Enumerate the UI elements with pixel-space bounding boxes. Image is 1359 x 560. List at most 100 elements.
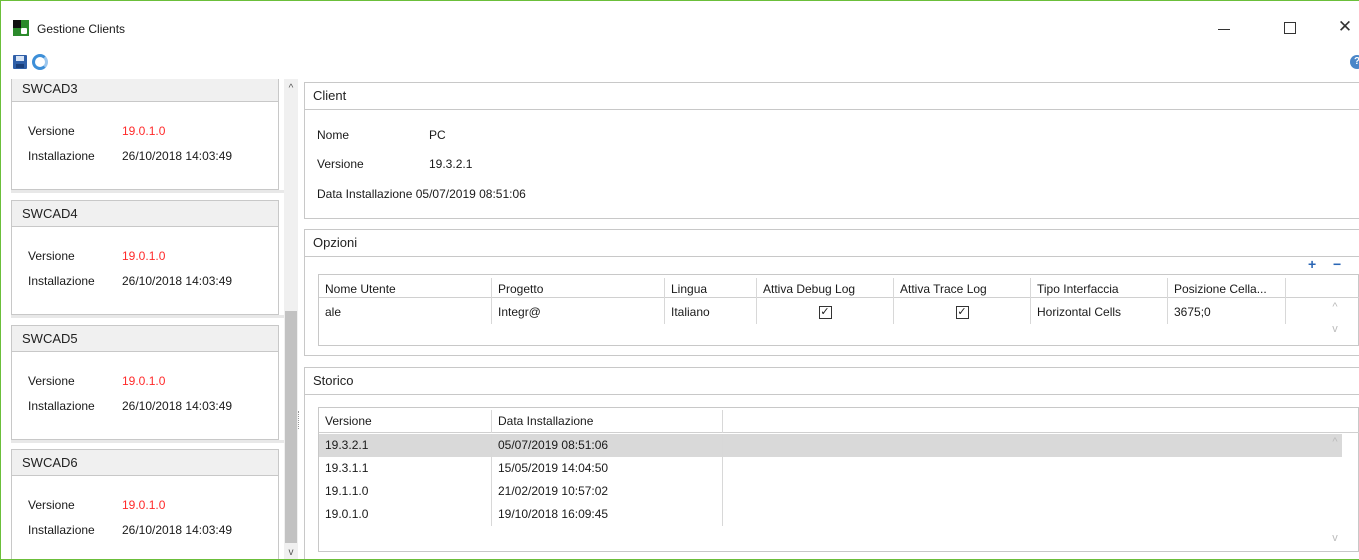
- versione-label: Versione: [28, 124, 75, 138]
- storico-grid[interactable]: Versione Data Installazione 19.3.2.1 05/…: [318, 407, 1359, 552]
- card-separator: [11, 440, 284, 443]
- client-data-label: Data Installazione: [317, 187, 413, 201]
- grid-scroll-down-icon[interactable]: v: [1326, 532, 1344, 544]
- client-versione-row: Versione 19.3.2.1: [317, 157, 472, 171]
- storico-row[interactable]: 19.1.1.0 21/02/2019 10:57:02: [319, 480, 1342, 503]
- opzioni-row[interactable]: ale Integr@ Italiano ✓ ✓ Horizontal Cell…: [319, 301, 1359, 324]
- installazione-value: 26/10/2018 14:03:49: [122, 399, 233, 413]
- client-card-header: SWCAD6: [11, 449, 279, 476]
- installazione-label: Installazione: [28, 399, 95, 413]
- card-separator: [11, 315, 284, 318]
- column-header[interactable]: Data Installazione: [492, 410, 723, 433]
- client-card-header: SWCAD3: [11, 79, 279, 102]
- data-installazione-cell[interactable]: 19/10/2018 16:09:45: [492, 503, 723, 526]
- client-nome-row: Nome PC: [317, 128, 446, 142]
- storico-grid-header-row: Versione Data Installazione: [319, 410, 1359, 433]
- versione-cell[interactable]: 19.0.1.0: [319, 503, 492, 526]
- storico-row[interactable]: 19.3.1.1 15/05/2019 14:04:50: [319, 457, 1342, 480]
- grid-scroll-down-icon[interactable]: v: [1326, 323, 1344, 335]
- client-card-swcad3[interactable]: SWCAD3 Versione 19.0.1.0 Installazione 2…: [11, 79, 279, 190]
- client-versione-value: 19.3.2.1: [429, 157, 473, 171]
- versione-value: 19.0.1.0: [122, 124, 166, 138]
- panel-splitter[interactable]: [298, 411, 300, 429]
- minimize-button[interactable]: [1214, 17, 1234, 37]
- nome-utente-cell[interactable]: ale: [319, 301, 492, 324]
- scroll-up-icon[interactable]: ^: [284, 83, 298, 95]
- column-header[interactable]: Lingua: [665, 278, 757, 301]
- versione-label: Versione: [28, 249, 75, 263]
- versione-cell[interactable]: 19.3.2.1: [319, 434, 492, 457]
- help-icon[interactable]: ?: [1350, 55, 1359, 69]
- client-data-row: Data Installazione 05/07/2019 08:51:06: [317, 187, 526, 201]
- card-separator: [11, 190, 284, 193]
- storico-row[interactable]: 19.3.2.1 05/07/2019 08:51:06: [319, 434, 1342, 457]
- toolbar: ?: [1, 51, 1359, 75]
- client-group-header: Client: [305, 83, 1359, 110]
- column-header[interactable]: Posizione Cella...: [1168, 278, 1286, 301]
- column-header[interactable]: Attiva Trace Log: [894, 278, 1031, 301]
- client-card-header: SWCAD5: [11, 325, 279, 352]
- clients-list-scrollbar[interactable]: ^ v: [284, 79, 298, 559]
- installazione-label: Installazione: [28, 274, 95, 288]
- tipo-interfaccia-cell[interactable]: Horizontal Cells: [1031, 301, 1168, 324]
- posizione-cella-cell[interactable]: 3675;0: [1168, 301, 1286, 324]
- column-header[interactable]: Attiva Debug Log: [757, 278, 894, 301]
- debug-log-cell[interactable]: ✓: [757, 301, 894, 324]
- column-header[interactable]: Tipo Interfaccia: [1031, 278, 1168, 301]
- client-card-body: Versione 19.0.1.0 Installazione 26/10/20…: [11, 102, 279, 190]
- installazione-value: 26/10/2018 14:03:49: [122, 149, 233, 163]
- trace-log-checkbox[interactable]: ✓: [955, 306, 969, 320]
- grid-scroll-up-icon[interactable]: ^: [1326, 436, 1344, 448]
- trace-log-cell[interactable]: ✓: [894, 301, 1031, 324]
- installazione-label: Installazione: [28, 149, 95, 163]
- opzioni-grid-header-row: Nome Utente Progetto Lingua Attiva Debug…: [319, 275, 1359, 301]
- app-logo-icon: [13, 20, 29, 36]
- client-data-value: 05/07/2019 08:51:06: [415, 187, 526, 201]
- maximize-button[interactable]: [1280, 17, 1300, 37]
- installazione-label: Installazione: [28, 523, 95, 537]
- client-nome-label: Nome: [317, 128, 350, 142]
- opzioni-group-header: Opzioni: [305, 230, 1359, 257]
- debug-log-checkbox[interactable]: ✓: [818, 306, 832, 320]
- client-card-swcad6[interactable]: SWCAD6 Versione 19.0.1.0 Installazione 2…: [11, 449, 279, 559]
- column-header[interactable]: Progetto: [492, 278, 665, 301]
- close-button[interactable]: ✕: [1335, 17, 1355, 37]
- scroll-thumb[interactable]: [285, 311, 297, 543]
- opzioni-grid[interactable]: Nome Utente Progetto Lingua Attiva Debug…: [318, 274, 1359, 346]
- installazione-value: 26/10/2018 14:03:49: [122, 274, 233, 288]
- column-header[interactable]: Versione: [319, 410, 492, 433]
- versione-value: 19.0.1.0: [122, 498, 166, 512]
- data-installazione-cell[interactable]: 21/02/2019 10:57:02: [492, 480, 723, 503]
- versione-cell[interactable]: 19.3.1.1: [319, 457, 492, 480]
- client-card-body: Versione 19.0.1.0 Installazione 26/10/20…: [11, 476, 279, 559]
- client-nome-value: PC: [429, 128, 446, 142]
- opzioni-group: Opzioni Nome Utente Progetto Lingua Atti…: [304, 229, 1359, 356]
- client-group: Client Nome PC Versione 19.3.2.1 Data In…: [304, 82, 1359, 219]
- installazione-value: 26/10/2018 14:03:49: [122, 523, 233, 537]
- save-icon[interactable]: [13, 55, 27, 69]
- client-card-swcad4[interactable]: SWCAD4 Versione 19.0.1.0 Installazione 2…: [11, 200, 279, 315]
- client-card-header: SWCAD4: [11, 200, 279, 227]
- storico-group: Storico Versione Data Installazione 19.3…: [304, 367, 1359, 559]
- versione-cell[interactable]: 19.1.1.0: [319, 480, 492, 503]
- column-header[interactable]: Nome Utente: [319, 278, 492, 301]
- window-title: Gestione Clients: [37, 22, 126, 36]
- scroll-down-icon[interactable]: v: [284, 547, 298, 559]
- title-bar: Gestione Clients ✕: [1, 1, 1359, 45]
- lingua-cell[interactable]: Italiano: [665, 301, 757, 324]
- grid-scroll-up-icon[interactable]: ^: [1326, 301, 1344, 313]
- versione-value: 19.0.1.0: [122, 374, 166, 388]
- refresh-icon[interactable]: [32, 54, 48, 70]
- progetto-cell[interactable]: Integr@: [492, 301, 665, 324]
- clients-list-panel[interactable]: SWCAD3 Versione 19.0.1.0 Installazione 2…: [8, 79, 298, 559]
- versione-value: 19.0.1.0: [122, 249, 166, 263]
- storico-group-header: Storico: [305, 368, 1359, 395]
- add-row-icon[interactable]: +: [1308, 256, 1316, 272]
- client-card-body: Versione 19.0.1.0 Installazione 26/10/20…: [11, 227, 279, 315]
- remove-row-icon[interactable]: −: [1333, 256, 1341, 272]
- app-window: Gestione Clients ✕ ? SWCAD3 Versione 19.…: [0, 0, 1359, 560]
- data-installazione-cell[interactable]: 15/05/2019 14:04:50: [492, 457, 723, 480]
- storico-row[interactable]: 19.0.1.0 19/10/2018 16:09:45: [319, 503, 1342, 526]
- client-card-swcad5[interactable]: SWCAD5 Versione 19.0.1.0 Installazione 2…: [11, 325, 279, 440]
- data-installazione-cell[interactable]: 05/07/2019 08:51:06: [492, 434, 723, 457]
